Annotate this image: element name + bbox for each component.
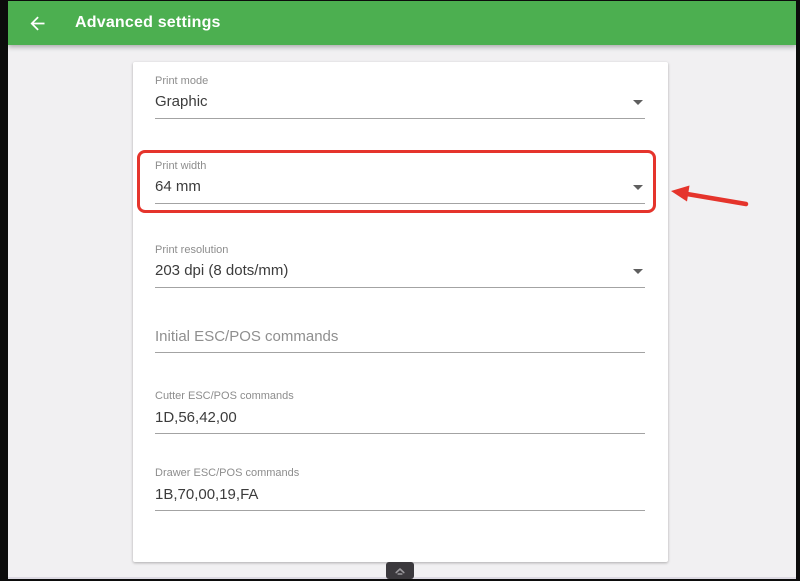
show-navigation-handle[interactable] bbox=[386, 562, 414, 579]
cutter-escpos-input[interactable] bbox=[155, 407, 645, 434]
field-print-width[interactable]: Print width 64 mm bbox=[155, 159, 645, 204]
back-button[interactable] bbox=[25, 11, 49, 35]
bezel-left bbox=[0, 0, 8, 581]
field-label: Drawer ESC/POS commands bbox=[155, 467, 300, 479]
bezel-right bbox=[796, 0, 800, 581]
initial-escpos-input[interactable] bbox=[155, 326, 645, 353]
dropdown-arrow-icon bbox=[633, 269, 643, 274]
field-print-mode[interactable]: Print mode Graphic bbox=[155, 74, 645, 119]
page-title: Advanced settings bbox=[75, 14, 221, 31]
field-initial-escpos bbox=[155, 326, 645, 353]
field-label: Cutter ESC/POS commands bbox=[155, 390, 294, 402]
dropdown-arrow-icon bbox=[633, 100, 643, 105]
field-drawer-escpos: Drawer ESC/POS commands bbox=[155, 466, 645, 511]
settings-card: Print mode Graphic Print width 64 mm Pri… bbox=[133, 62, 668, 562]
chevron-up-icon bbox=[394, 566, 406, 576]
app-bar: Advanced settings bbox=[8, 1, 796, 45]
screen: Advanced settings Print mode Graphic Pri… bbox=[0, 0, 800, 581]
bezel-top bbox=[0, 0, 800, 1]
field-value: 64 mm bbox=[155, 177, 645, 204]
field-label: Print mode bbox=[155, 75, 209, 87]
field-value: Graphic bbox=[155, 92, 645, 119]
field-value: 203 dpi (8 dots/mm) bbox=[155, 261, 645, 288]
field-print-resolution[interactable]: Print resolution 203 dpi (8 dots/mm) bbox=[155, 243, 645, 288]
field-label: Print resolution bbox=[155, 244, 229, 256]
field-label: Print width bbox=[155, 160, 207, 172]
drawer-escpos-input[interactable] bbox=[155, 484, 645, 511]
field-cutter-escpos: Cutter ESC/POS commands bbox=[155, 389, 645, 434]
arrow-left-icon bbox=[27, 13, 48, 34]
dropdown-arrow-icon bbox=[633, 185, 643, 190]
